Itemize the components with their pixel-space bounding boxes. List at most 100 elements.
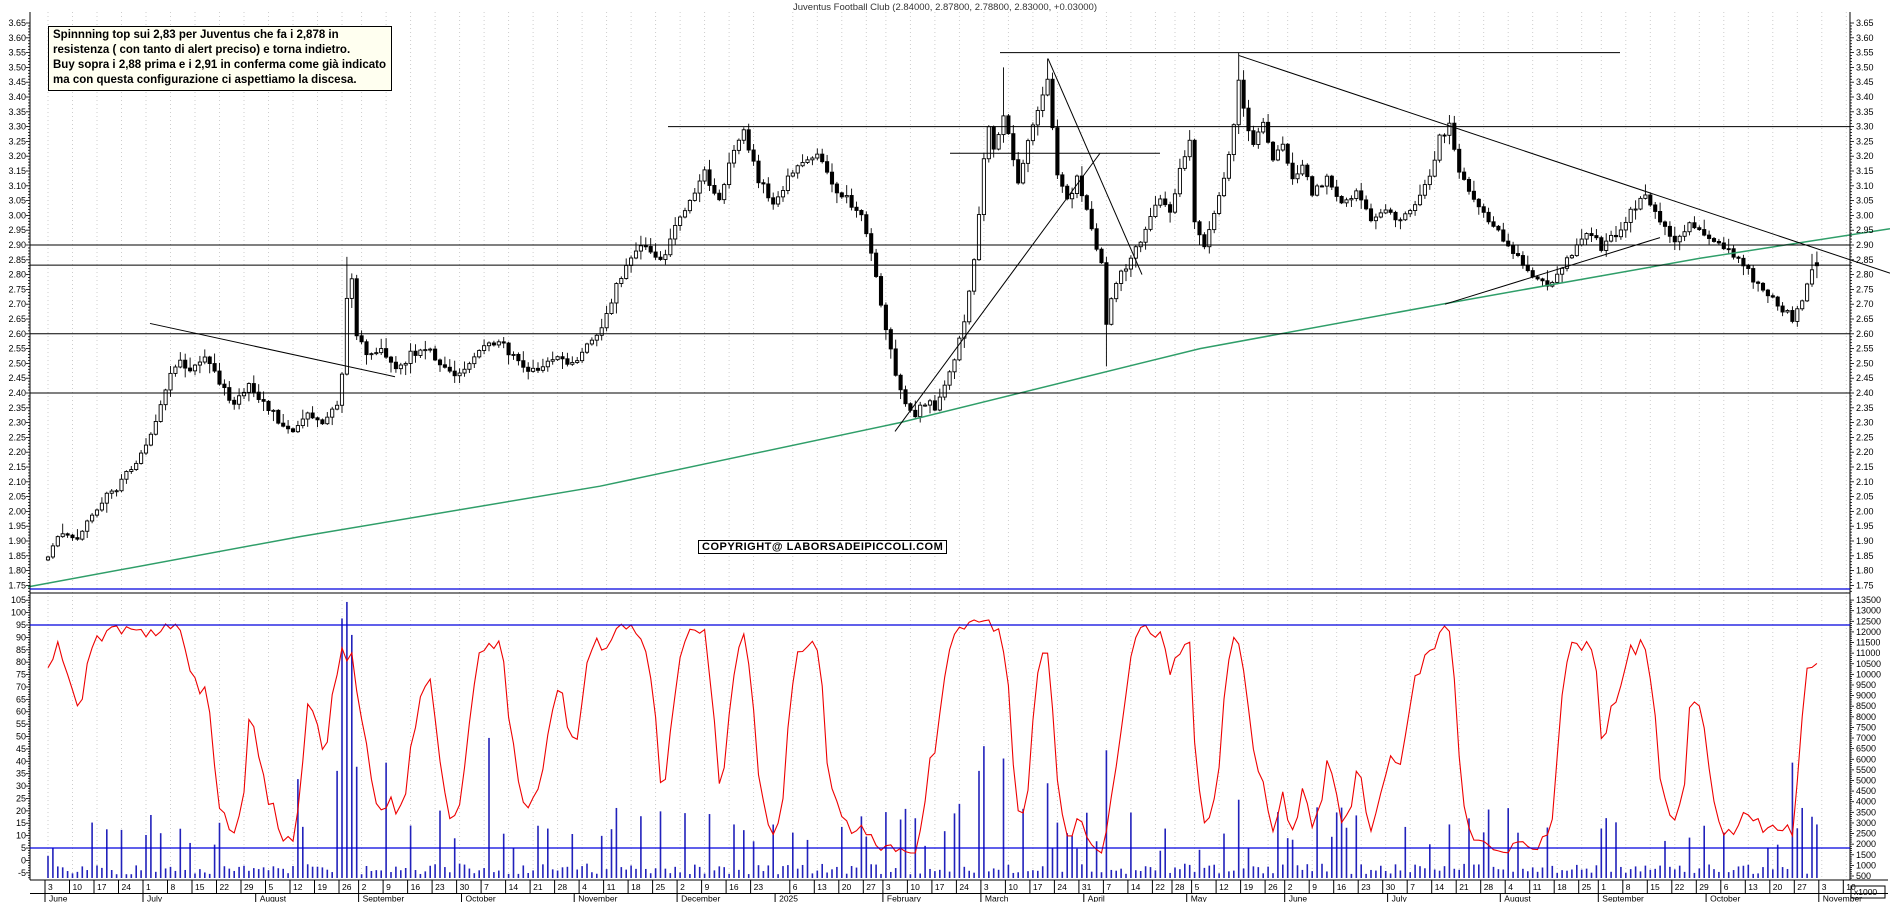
week-label: 23 (1361, 882, 1371, 892)
svg-text:500: 500 (1856, 871, 1871, 881)
price-tick-left: 2.75 (8, 284, 26, 294)
week-label: 10 (910, 882, 920, 892)
week-label: 1 (1601, 882, 1606, 892)
week-label: 23 (435, 882, 445, 892)
price-tick-right: 3.40 (1856, 92, 1874, 102)
month-label: 2025 (779, 894, 798, 902)
week-label: 29 (244, 882, 254, 892)
svg-text:45: 45 (16, 744, 26, 754)
price-tick-left: 2.50 (8, 358, 26, 368)
week-label: 10 (73, 882, 83, 892)
week-label: 15 (195, 882, 205, 892)
price-tick-left: 2.45 (8, 373, 26, 383)
svg-text:35: 35 (16, 769, 26, 779)
price-tick-left: 3.60 (8, 33, 26, 43)
svg-text:10000: 10000 (1856, 669, 1881, 679)
analyst-annotation[interactable]: Spinnning top sui 2,83 per Juventus che … (48, 26, 392, 91)
svg-text:4000: 4000 (1856, 797, 1876, 807)
svg-text:75: 75 (16, 670, 26, 680)
month-label: October (1710, 894, 1740, 902)
week-label: 7 (484, 882, 489, 892)
price-tick-right: 2.55 (1856, 344, 1874, 354)
price-tick-right: 2.90 (1856, 240, 1874, 250)
svg-text:7500: 7500 (1856, 722, 1876, 732)
week-label: 3 (1822, 882, 1827, 892)
stochastic-line (48, 620, 1817, 853)
week-label: 16 (411, 882, 421, 892)
week-label: 27 (1797, 882, 1807, 892)
week-label: 1 (146, 882, 151, 892)
week-label: 3 (886, 882, 891, 892)
svg-text:10500: 10500 (1856, 659, 1881, 669)
week-label: 18 (1557, 882, 1567, 892)
price-tick-left: 2.40 (8, 388, 26, 398)
price-tick-left: 1.85 (8, 551, 26, 561)
month-label: February (887, 894, 922, 902)
price-tick-left: 3.25 (8, 136, 26, 146)
price-chart-canvas[interactable]: 3.653.653.603.603.553.553.503.503.453.45… (0, 0, 1890, 902)
svg-text:10: 10 (16, 831, 26, 841)
week-label: 30 (1386, 882, 1396, 892)
week-label: 17 (935, 882, 945, 892)
month-label: July (1392, 894, 1408, 902)
price-tick-right: 2.95 (1856, 225, 1874, 235)
week-label: 2 (680, 882, 685, 892)
svg-text:2000: 2000 (1856, 839, 1876, 849)
week-label: 4 (1508, 882, 1513, 892)
price-tick-right: 1.95 (1856, 521, 1874, 531)
svg-text:80: 80 (16, 657, 26, 667)
svg-text:1500: 1500 (1856, 850, 1876, 860)
svg-text:6500: 6500 (1856, 744, 1876, 754)
week-label: 24 (1057, 882, 1067, 892)
price-tick-right: 3.35 (1856, 107, 1874, 117)
week-label: 28 (1484, 882, 1494, 892)
price-tick-right: 3.45 (1856, 77, 1874, 87)
svg-text:5: 5 (21, 843, 26, 853)
week-label: 23 (754, 882, 764, 892)
price-tick-left: 3.00 (8, 210, 26, 220)
week-label: 8 (1626, 882, 1631, 892)
svg-text:105: 105 (11, 595, 26, 605)
price-tick-right: 2.05 (1856, 492, 1874, 502)
month-label: July (147, 894, 163, 902)
month-label: June (1289, 894, 1308, 902)
price-tick-left: 3.45 (8, 77, 26, 87)
svg-text:4500: 4500 (1856, 786, 1876, 796)
price-tick-left: 2.10 (8, 477, 26, 487)
price-tick-left: 2.00 (8, 506, 26, 516)
week-label: 20 (842, 882, 852, 892)
price-tick-right: 3.50 (1856, 62, 1874, 72)
svg-text:12000: 12000 (1856, 627, 1881, 637)
price-tick-right: 2.45 (1856, 373, 1874, 383)
volume-bars (47, 602, 1818, 878)
week-label: 5 (1195, 882, 1200, 892)
price-axis: 3.653.653.603.603.553.553.503.503.453.45… (8, 18, 1873, 591)
week-label: 25 (656, 882, 666, 892)
week-label: 6 (793, 882, 798, 892)
svg-text:65: 65 (16, 694, 26, 704)
week-label: 5 (269, 882, 274, 892)
week-label: 18 (631, 882, 641, 892)
month-label: March (985, 894, 1009, 902)
week-label: 14 (1131, 882, 1141, 892)
price-tick-right: 2.50 (1856, 358, 1874, 368)
price-tick-left: 2.15 (8, 462, 26, 472)
price-tick-left: 3.30 (8, 122, 26, 132)
svg-text:15: 15 (16, 818, 26, 828)
week-label: 16 (1337, 882, 1347, 892)
week-label: 4 (582, 882, 587, 892)
week-label: 14 (1435, 882, 1445, 892)
week-label: 2 (1288, 882, 1293, 892)
week-label: 29 (1699, 882, 1709, 892)
month-label: August (260, 894, 287, 902)
price-tick-right: 2.70 (1856, 299, 1874, 309)
date-axis: June3101724July18152229August5121926Sept… (30, 880, 1888, 902)
week-label: 11 (1533, 882, 1542, 892)
week-label: 24 (959, 882, 969, 892)
price-tick-left: 2.05 (8, 492, 26, 502)
price-tick-left: 1.95 (8, 521, 26, 531)
price-tick-left: 2.20 (8, 447, 26, 457)
week-label: 25 (1582, 882, 1592, 892)
price-tick-left: 1.75 (8, 580, 26, 590)
price-tick-right: 2.65 (1856, 314, 1874, 324)
